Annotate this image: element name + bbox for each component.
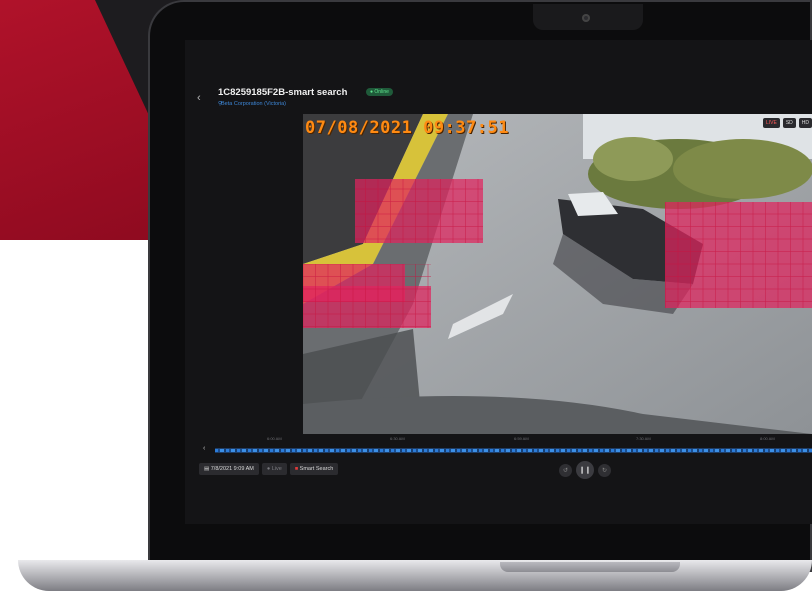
calendar-icon: ▤ [204,466,210,472]
status-badge-label: Online [374,89,389,95]
stream-quality-controls: LIVE SD HD [762,118,812,128]
timeline-tick-label: 8:00 AM [760,436,775,441]
timeline-recording-segments [215,449,812,452]
live-button[interactable]: ● Live [261,463,287,475]
timeline-tick-label: 7:30 AM [636,436,651,441]
date-picker-button[interactable]: ▤ 7/8/2021 9:09 AM [199,463,259,475]
camera-title: 1C8259185F2B-smart search [218,87,348,98]
timeline-prev-icon[interactable]: ‹ [203,445,205,452]
date-picker-label: 7/8/2021 9:09 AM [210,466,254,472]
app-screen: ‹ 1C8259185F2B-smart search ● Online ⚲ B… [185,40,812,524]
timeline-tick-label: 6:30 AM [390,436,405,441]
smart-search-icon: ■ [294,466,299,472]
live-button-label: Live [271,466,282,472]
rewind-icon[interactable]: ↺ [559,463,572,477]
live-dot-icon: ● [266,466,271,472]
playback-controls: ↺ ❙❙ ↻ [559,461,611,479]
timeline[interactable]: 6:00 AM 6:30 AM 6:59 AM 7:30 AM 8:00 AM … [185,436,812,466]
laptop-base-notch [500,562,680,572]
video-player[interactable]: 07/08/2021 09:37:51 LIVE SD HD [303,114,812,434]
hd-quality-button[interactable]: HD [798,118,812,128]
status-badge: ● Online [366,88,393,96]
timeline-tick-label: 6:00 AM [267,436,282,441]
video-timestamp-overlay: 07/08/2021 09:37:51 [305,118,509,138]
chevron-left-icon[interactable]: ‹ [197,92,201,104]
camera-location-link[interactable]: Beta Corporation (Victoria) [221,101,286,107]
smart-search-label: Smart Search [299,466,334,472]
laptop-base [18,560,812,591]
timeline-tick-label: 6:59 AM [514,436,529,441]
webcam-icon [582,14,590,22]
live-stream-button[interactable]: LIVE [762,118,780,128]
video-frame [303,114,812,434]
forward-icon[interactable]: ↻ [598,463,611,477]
playback-toolbar: ▤ 7/8/2021 9:09 AM ● Live ■ Smart Search [199,463,339,475]
sd-quality-button[interactable]: SD [782,118,796,128]
smart-search-button[interactable]: ■ Smart Search [289,463,339,475]
pause-icon[interactable]: ❙❙ [576,461,594,479]
